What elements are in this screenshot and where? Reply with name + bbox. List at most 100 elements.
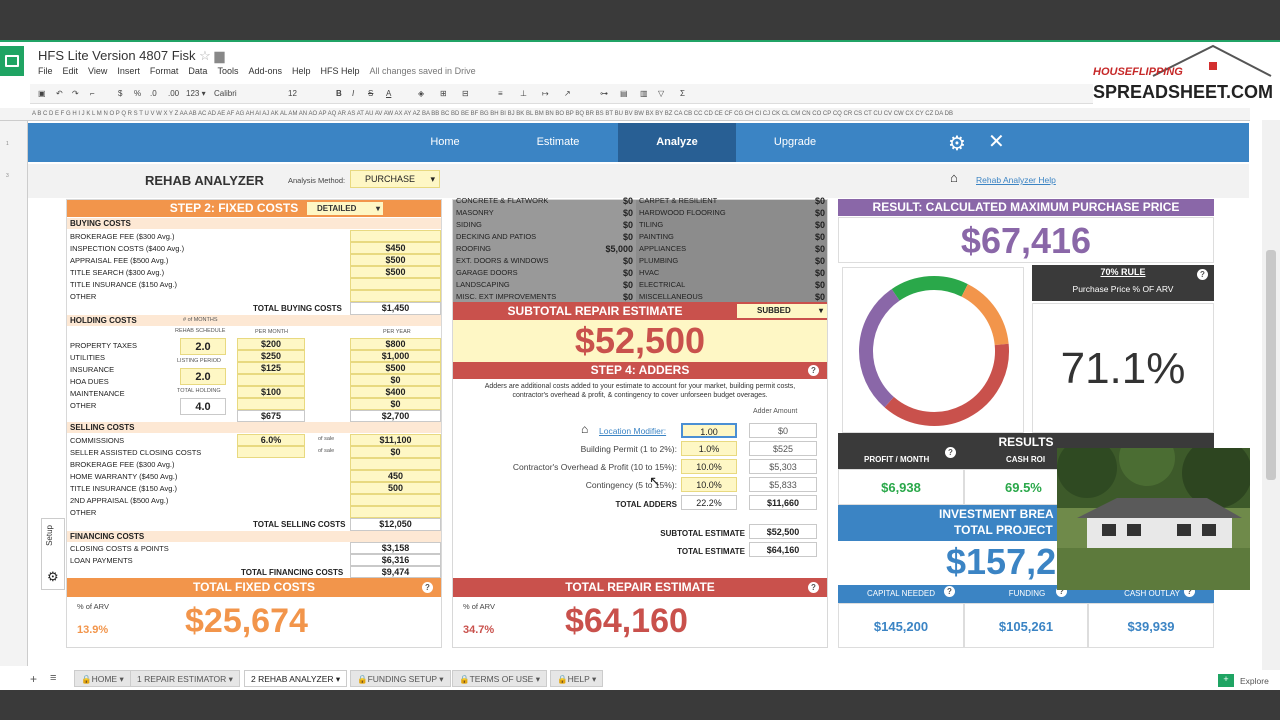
- nav-home[interactable]: Home: [386, 123, 504, 162]
- adder-pct-input[interactable]: 10.0%: [681, 459, 737, 474]
- scrollbar-thumb[interactable]: [1266, 250, 1276, 480]
- menu-file[interactable]: File: [38, 66, 53, 76]
- filter-icon[interactable]: ▽: [658, 89, 664, 98]
- align-icon[interactable]: ≡: [498, 89, 503, 98]
- repair-item-value[interactable]: $0: [783, 268, 825, 278]
- increase-decimal-button[interactable]: .00: [168, 89, 179, 98]
- nav-estimate[interactable]: Estimate: [499, 123, 617, 162]
- font-select[interactable]: Calibri: [214, 89, 237, 98]
- menu-data[interactable]: Data: [188, 66, 207, 76]
- link-icon[interactable]: ⊶: [600, 89, 608, 98]
- help-icon[interactable]: ?: [945, 447, 956, 458]
- buying-value-cell[interactable]: $450: [350, 242, 441, 254]
- help-icon[interactable]: ?: [1197, 269, 1208, 280]
- repair-item-value[interactable]: $0: [783, 208, 825, 218]
- wrap-icon[interactable]: ↦: [542, 89, 549, 98]
- repair-item-value[interactable]: $0: [573, 256, 633, 266]
- repair-item-value[interactable]: $0: [783, 292, 825, 302]
- row-number[interactable]: 3: [6, 173, 9, 179]
- repair-item-value[interactable]: $0: [573, 280, 633, 290]
- text-color-icon[interactable]: A: [386, 89, 391, 98]
- borders-icon[interactable]: ⊞: [440, 89, 447, 98]
- print-icon[interactable]: ▣: [38, 89, 46, 98]
- document-title[interactable]: HFS Lite Version 4807 Fisk ☆ ▆: [38, 48, 224, 64]
- sheet-tab-help[interactable]: 🔒HELP ▾: [550, 670, 604, 687]
- holding-month-cell[interactable]: [237, 398, 305, 410]
- help-icon[interactable]: ?: [944, 586, 955, 597]
- nav-analyze[interactable]: Analyze: [618, 123, 736, 162]
- repair-item-value[interactable]: $0: [573, 232, 633, 242]
- buying-value-cell[interactable]: $500: [350, 254, 441, 266]
- buying-value-cell[interactable]: $500: [350, 266, 441, 278]
- comment-icon[interactable]: ▤: [620, 89, 628, 98]
- menu-help[interactable]: Help: [292, 66, 311, 76]
- menu-addons[interactable]: Add-ons: [248, 66, 282, 76]
- selling-value-cell[interactable]: [350, 494, 441, 506]
- explore-icon[interactable]: +: [1218, 674, 1234, 687]
- help-link[interactable]: Rehab Analyzer Help: [976, 175, 1056, 185]
- repair-item-value[interactable]: $0: [573, 208, 633, 218]
- fixed-mode-select[interactable]: DETAILED ▾: [307, 202, 383, 215]
- location-modifier-link[interactable]: Location Modifier:: [599, 426, 666, 436]
- row-header-column[interactable]: 1 3: [0, 121, 28, 666]
- explore-label[interactable]: Explore: [1240, 676, 1269, 686]
- repair-item-value[interactable]: $0: [783, 220, 825, 230]
- selling-value-cell[interactable]: 500: [350, 482, 441, 494]
- holding-month-cell[interactable]: [237, 374, 305, 386]
- listing-months-input[interactable]: 2.0: [180, 368, 226, 385]
- nav-upgrade[interactable]: Upgrade: [736, 123, 854, 162]
- selling-value-cell[interactable]: [350, 458, 441, 470]
- repair-item-value[interactable]: $0: [573, 292, 633, 302]
- rotate-icon[interactable]: ↗: [564, 89, 571, 98]
- folder-icon[interactable]: ▆: [214, 48, 224, 63]
- font-size-select[interactable]: 12: [288, 89, 297, 98]
- document-title-text[interactable]: HFS Lite Version 4807 Fisk: [38, 48, 196, 63]
- column-header-row[interactable]: A B C D E F G H I J K L M N O P Q R S T …: [0, 108, 1250, 121]
- holding-month-cell[interactable]: $125: [237, 362, 305, 374]
- home-icon[interactable]: ⌂: [950, 170, 958, 185]
- repair-item-value[interactable]: $0: [783, 244, 825, 254]
- repair-item-value[interactable]: $0: [783, 232, 825, 242]
- redo-icon[interactable]: ↷: [72, 89, 79, 98]
- subbed-select[interactable]: SUBBED ▾: [737, 304, 827, 318]
- decrease-decimal-button[interactable]: .0: [150, 89, 157, 98]
- gear-icon[interactable]: ⚙: [47, 569, 59, 585]
- strikethrough-icon[interactable]: S: [368, 89, 373, 98]
- sheet-tab-repair-estimator[interactable]: 1 REPAIR ESTIMATOR ▾: [130, 670, 240, 687]
- italic-icon[interactable]: I: [352, 89, 354, 98]
- repair-item-value[interactable]: $0: [573, 268, 633, 278]
- menu-tools[interactable]: Tools: [217, 66, 238, 76]
- repair-item-value[interactable]: $0: [573, 196, 633, 206]
- valign-icon[interactable]: ⊥: [520, 89, 527, 98]
- sheet-tab-terms[interactable]: 🔒TERMS OF USE ▾: [452, 670, 547, 687]
- row-number[interactable]: 1: [6, 141, 9, 147]
- repair-item-value[interactable]: $5,000: [573, 244, 633, 254]
- help-icon[interactable]: ?: [808, 365, 819, 376]
- rehab-months-input[interactable]: 2.0: [180, 338, 226, 355]
- merge-cells-icon[interactable]: ⊟: [462, 89, 469, 98]
- menu-hfs-help[interactable]: HFS Help: [321, 66, 360, 76]
- vertical-scrollbar[interactable]: [1262, 120, 1280, 670]
- holding-month-cell[interactable]: $100: [237, 386, 305, 398]
- buying-value-cell[interactable]: [350, 278, 441, 290]
- selling-value-cell[interactable]: 450: [350, 470, 441, 482]
- sheet-tab-rehab-analyzer[interactable]: 2 REHAB ANALYZER ▾: [244, 670, 348, 687]
- seller-closing-pct-input[interactable]: [237, 446, 305, 458]
- close-icon[interactable]: ✕: [988, 129, 1005, 154]
- gear-icon[interactable]: ⚙: [948, 131, 966, 156]
- number-format-button[interactable]: 123 ▾: [186, 89, 206, 98]
- bold-icon[interactable]: B: [336, 89, 342, 98]
- adder-pct-input[interactable]: 1.0%: [681, 441, 737, 456]
- holding-month-cell[interactable]: $250: [237, 350, 305, 362]
- menu-format[interactable]: Format: [150, 66, 179, 76]
- help-icon[interactable]: ?: [808, 582, 819, 593]
- chart-icon[interactable]: ▥: [640, 89, 648, 98]
- setup-side-tab[interactable]: Setup ⚙: [41, 518, 65, 590]
- fill-color-icon[interactable]: ◈: [418, 89, 424, 98]
- sheet-tab-funding-setup[interactable]: 🔒FUNDING SETUP ▾: [350, 670, 451, 687]
- buying-value-cell[interactable]: [350, 230, 441, 242]
- sheet-tab-home[interactable]: 🔒HOME ▾: [74, 670, 131, 687]
- sheets-logo-icon[interactable]: [0, 46, 24, 76]
- help-icon[interactable]: ?: [422, 582, 433, 593]
- add-sheet-icon[interactable]: +: [30, 672, 37, 686]
